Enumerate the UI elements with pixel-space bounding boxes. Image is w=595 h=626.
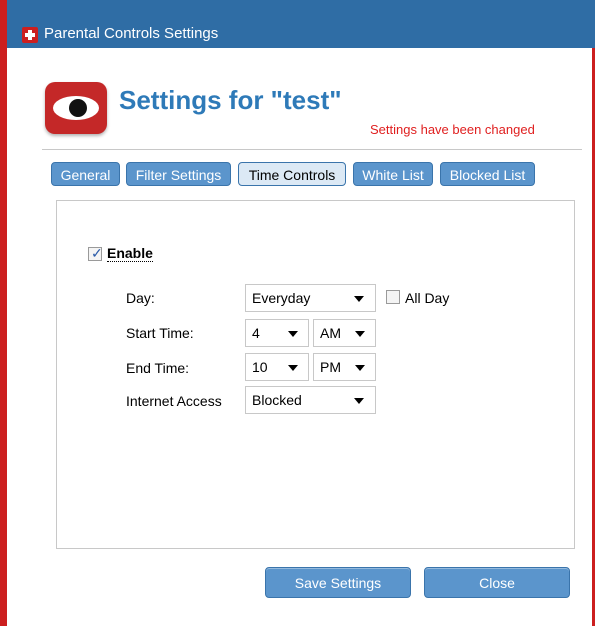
tab-white-list[interactable]: White List xyxy=(353,162,433,186)
start-hour-value: 4 xyxy=(252,325,260,341)
start-time-label: Start Time: xyxy=(126,325,194,341)
tab-filter-settings[interactable]: Filter Settings xyxy=(126,162,231,186)
page-title: Settings for "test" xyxy=(119,85,342,115)
start-ampm-value: AM xyxy=(320,325,341,341)
all-day-checkbox[interactable] xyxy=(386,290,400,304)
eye-icon xyxy=(53,96,99,120)
internet-access-value: Blocked xyxy=(252,392,302,408)
chevron-down-icon xyxy=(355,331,365,337)
tab-time-controls[interactable]: Time Controls xyxy=(238,162,346,186)
end-hour-select[interactable]: 10 xyxy=(245,353,309,381)
end-ampm-value: PM xyxy=(320,359,341,375)
chevron-down-icon xyxy=(288,365,298,371)
enable-checkbox[interactable]: ✓ xyxy=(88,245,103,261)
save-settings-button[interactable]: Save Settings xyxy=(265,567,411,598)
checkmark-icon: ✓ xyxy=(91,245,103,261)
day-label: Day: xyxy=(126,290,155,306)
day-value: Everyday xyxy=(252,290,311,306)
internet-access-select[interactable]: Blocked xyxy=(245,386,376,414)
tab-general[interactable]: General xyxy=(51,162,120,186)
start-ampm-select[interactable]: AM xyxy=(313,319,376,347)
tab-blocked-list[interactable]: Blocked List xyxy=(440,162,535,186)
status-message: Settings have been changed xyxy=(370,122,535,137)
chevron-down-icon xyxy=(354,398,364,404)
internet-access-label: Internet Access xyxy=(126,393,222,409)
app-icon xyxy=(22,27,38,43)
close-button[interactable]: Close xyxy=(424,567,570,598)
enable-label[interactable]: Enable xyxy=(107,245,153,262)
start-hour-select[interactable]: 4 xyxy=(245,319,309,347)
title-bar: Parental Controls Settings xyxy=(0,0,595,48)
all-day-label[interactable]: All Day xyxy=(405,290,449,306)
pupil xyxy=(69,99,87,117)
end-time-label: End Time: xyxy=(126,360,190,376)
parental-controls-window: Parental Controls Settings Settings for … xyxy=(0,0,595,626)
chevron-down-icon xyxy=(355,365,365,371)
window-title: Parental Controls Settings xyxy=(44,25,219,42)
end-hour-value: 10 xyxy=(252,359,268,375)
end-ampm-select[interactable]: PM xyxy=(313,353,376,381)
eye-logo-icon xyxy=(45,82,107,134)
header-divider xyxy=(42,149,582,150)
day-select[interactable]: Everyday xyxy=(245,284,376,312)
chevron-down-icon xyxy=(288,331,298,337)
chevron-down-icon xyxy=(354,296,364,302)
window-border-left xyxy=(0,48,7,626)
